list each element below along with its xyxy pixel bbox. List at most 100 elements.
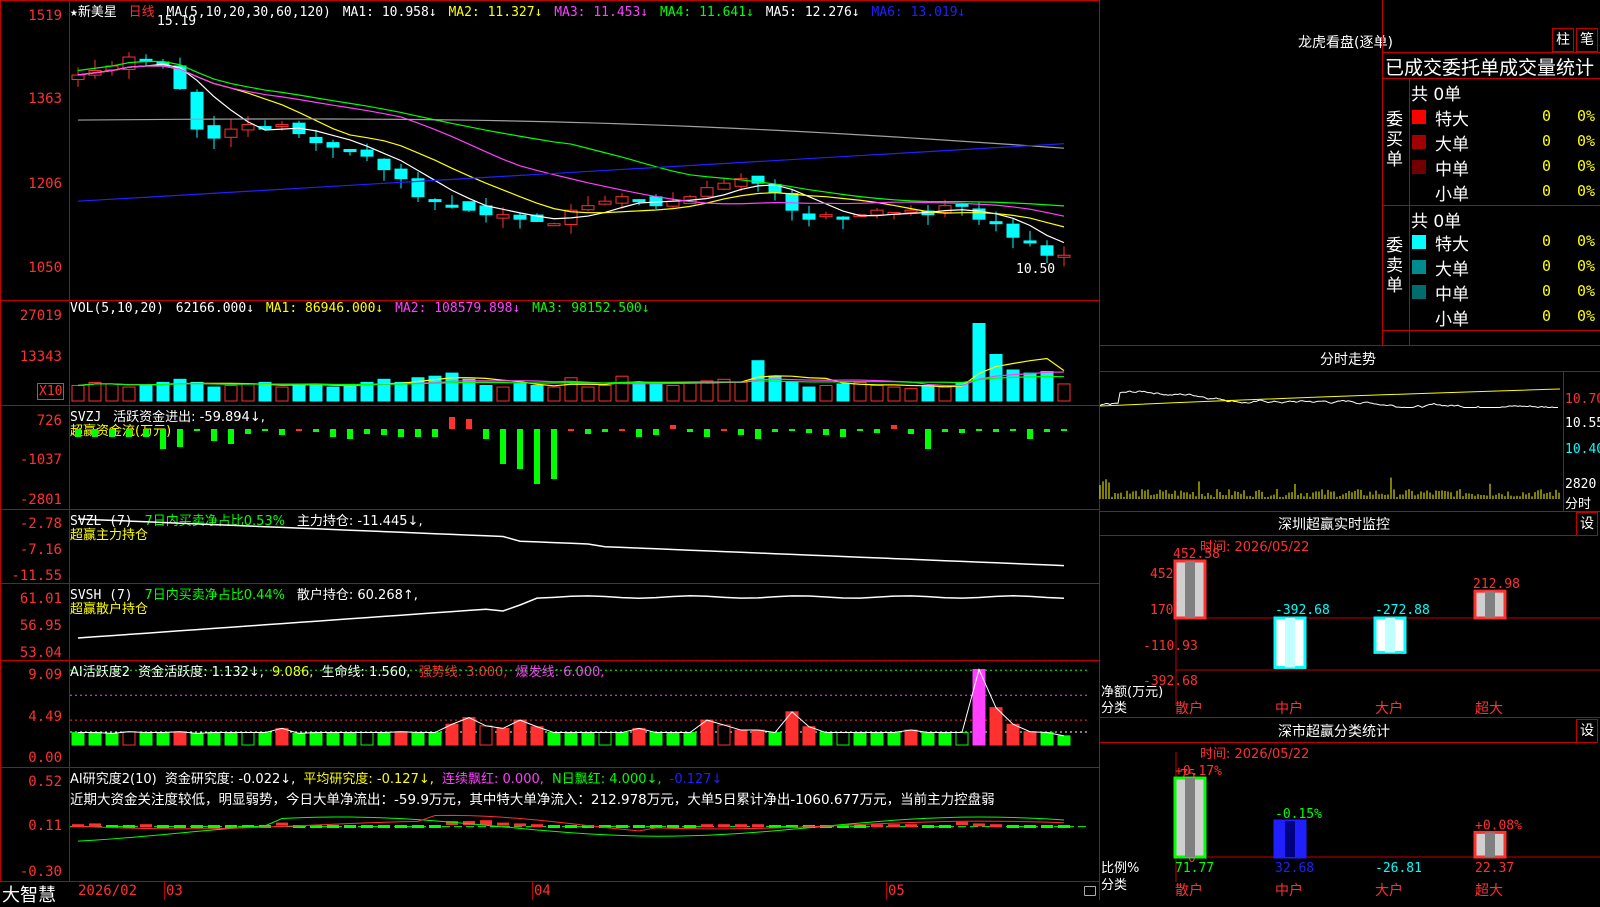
flow-bar [194,429,200,431]
activity-bar [581,732,595,746]
volume-bar [224,385,238,402]
order-count: 0 [1542,257,1552,275]
dt-line [1100,345,1600,346]
intraday-y-label: 10.70 [1565,392,1600,407]
order-size-label: 特大 [1435,110,1469,130]
flow-bar [330,429,336,437]
research-bar [140,824,152,828]
pen-mode-button[interactable]: 笔 [1576,28,1598,52]
volume-bar [836,383,850,402]
intraday-chart[interactable] [1099,371,1565,511]
flow-bar [721,429,727,431]
volume-bar [819,385,833,402]
flow-bar [1010,429,1016,431]
research-line-green [77,816,1065,842]
flow-bar [755,429,761,439]
research-bar [480,820,492,825]
activity-bar [394,731,408,746]
activity-bar [292,732,306,746]
category-label: 大户 [1375,700,1403,717]
order-color-swatch [1412,110,1426,124]
research-bar [922,825,934,828]
volume-bar [615,375,629,402]
research-line-red [77,814,1065,832]
brand-label[interactable]: 大智慧 [2,881,56,907]
sz-monitor-settings-button[interactable]: 设 [1576,512,1598,536]
candle-body [207,125,221,139]
candle-body [870,209,884,216]
candle-body [598,200,612,205]
net-amount-bar-shade [1385,618,1395,653]
candle-body [190,91,204,130]
capital-flow-chart[interactable] [0,405,1100,510]
flow-bar [228,429,234,444]
candle-body [428,199,442,203]
order-color-swatch [1412,135,1426,149]
flow-bar [551,429,557,479]
sz-class-title: 深市超赢分类统计 [1278,724,1390,740]
research-bar [752,824,764,828]
sz-monitor-chart[interactable]: 452.58 散户 -392.68 中户 -272.88 大户 212.98 超大 [1100,535,1600,717]
candle-body [649,196,663,207]
flow-bar [908,429,914,434]
research-bar [1024,825,1036,828]
main-holding-chart[interactable] [0,509,1100,584]
date-label: 05 [888,883,905,899]
volume-bar [768,375,782,402]
ratio-bottom-label: -26.81 [1375,861,1422,876]
flow-bar [568,429,574,431]
activity-bar [615,732,629,746]
research-bar [854,825,866,828]
activity-bar [853,732,867,746]
activity-bar [173,731,187,746]
ratio-bar-shade [1285,821,1295,857]
sz-class-settings-button[interactable]: 设 [1576,719,1598,743]
candle-body [462,201,476,211]
activity-bar [683,732,697,746]
volume-bar [530,385,544,402]
order-count: 0 [1542,307,1552,325]
volume-chart[interactable] [0,300,1100,405]
order-size-label: 特大 [1435,235,1469,255]
order-percent: 0% [1577,157,1596,175]
research-bar [157,825,169,828]
order-percent: 0% [1577,182,1596,200]
bar-mode-button[interactable]: 柱 [1552,28,1574,52]
research-bar [1041,825,1053,828]
ai-activity-chart[interactable] [0,660,1100,768]
ratio-bottom-label: 22.37 [1475,861,1514,876]
intraday-price-line [1099,390,1558,409]
flow-bar [126,429,132,437]
flow-bar [364,429,370,434]
candlestick-chart[interactable] [0,0,1100,300]
dt-line [1382,205,1600,206]
research-bar [1007,825,1019,828]
research-bar [718,824,730,828]
activity-bar [904,729,918,746]
order-size-label: 小单 [1435,310,1469,330]
category-label: 超大 [1475,883,1503,899]
retail-holding-chart[interactable] [0,583,1100,661]
ai-research-chart[interactable] [0,767,1100,882]
date-divider [886,882,887,900]
volume-bar [598,385,612,402]
activity-bar [462,717,476,746]
activity-bar [207,732,221,746]
flow-bar [160,429,166,449]
candle-body [615,196,629,204]
flow-bar [415,429,421,437]
volume-bar [853,381,867,402]
volume-bar [190,381,204,402]
sz-class-chart[interactable]: +0.17% 71.77 散户 -0.15% 32.68 中户 -26.81 大户 +0.08%… [1100,742,1600,900]
lock-icon[interactable] [1084,886,1096,896]
flow-bar [381,429,387,435]
intraday-y-label: 10.55 [1565,416,1600,431]
flow-bar [670,425,676,429]
activity-bar [649,732,663,746]
research-bar [548,825,560,828]
sell-side-label: 委卖单 [1386,236,1403,296]
sell-total: 共 0单 [1411,212,1462,232]
activity-bar [275,727,289,746]
activity-bar [547,732,561,746]
flow-bar [279,429,285,435]
